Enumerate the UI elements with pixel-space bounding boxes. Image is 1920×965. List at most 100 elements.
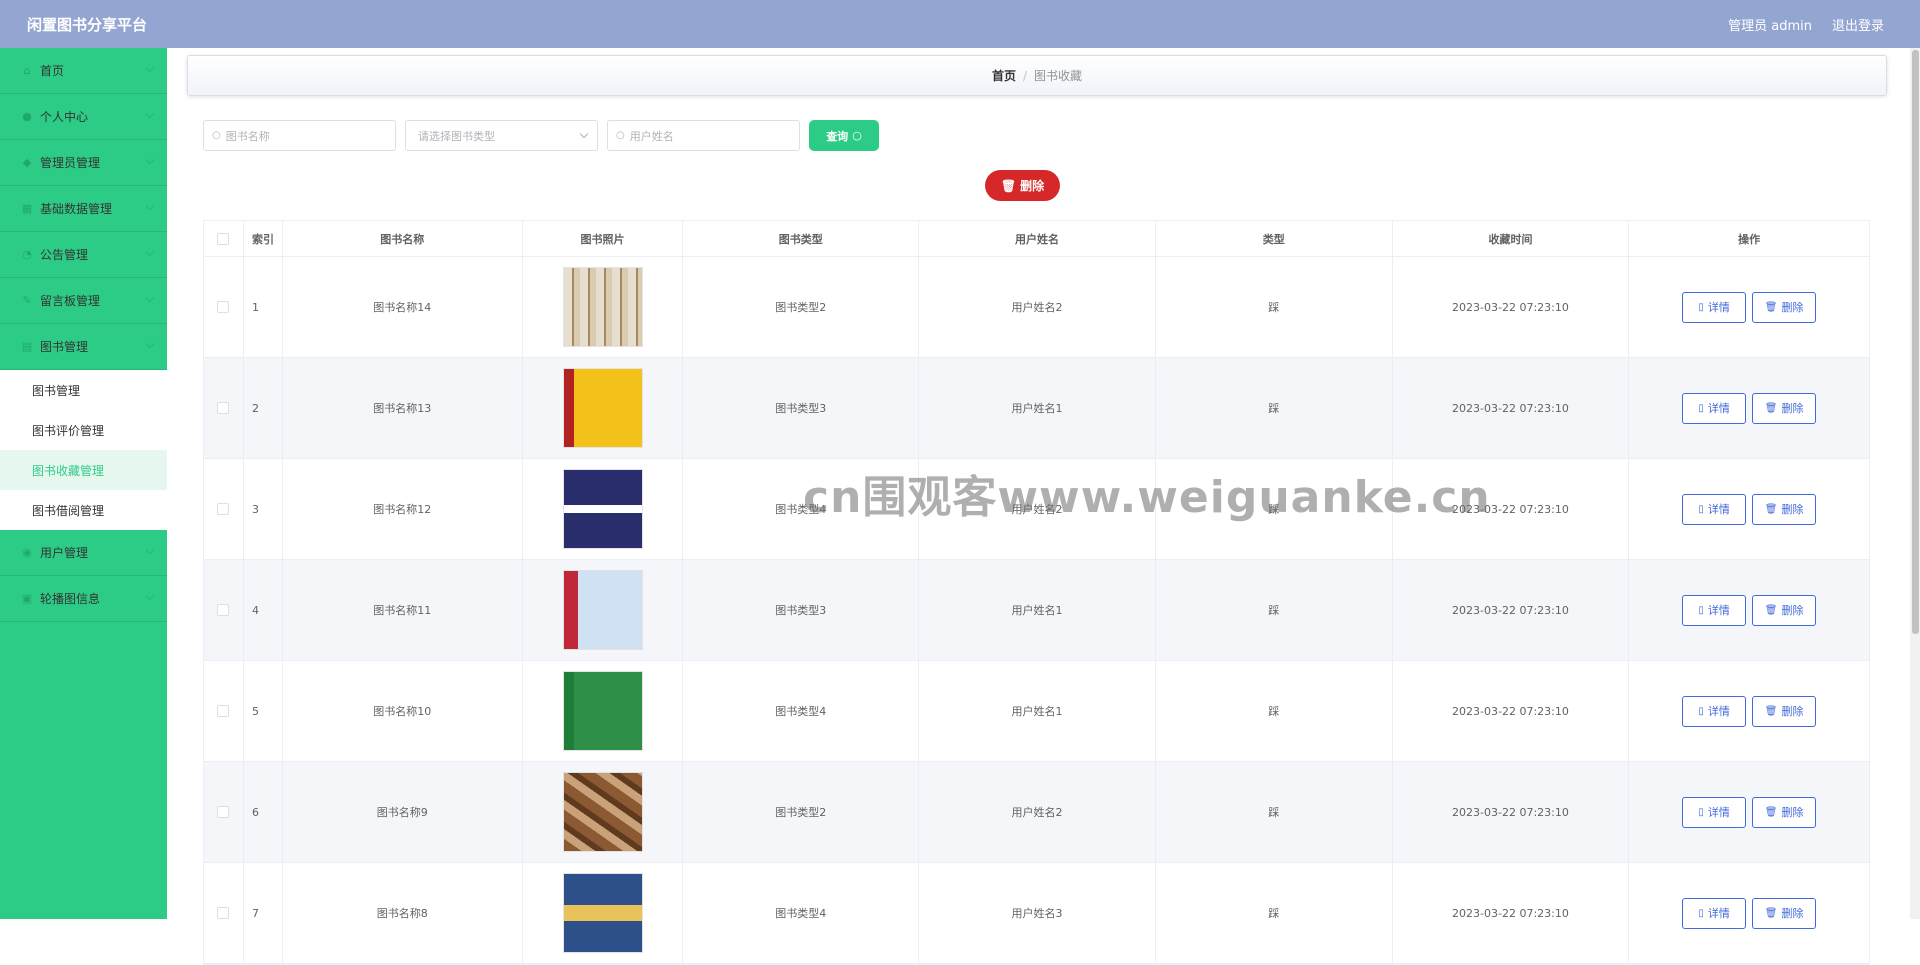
row-checkbox[interactable] (217, 503, 230, 515)
sidebar-subitem[interactable]: 图书借阅管理 (0, 490, 167, 530)
detail-button[interactable]: ▯ 详情 (1682, 291, 1747, 323)
cell-index: 3 (244, 459, 283, 559)
detail-button[interactable]: ▯ 详情 (1682, 392, 1747, 424)
chevron-down-icon (145, 155, 155, 165)
trash-icon: 🗑 (1764, 604, 1778, 616)
cell-book-type: 图书类型2 (683, 257, 920, 357)
cell-book-photo (523, 661, 684, 761)
sidebar-item-user[interactable]: ● 个人中心 (0, 94, 167, 140)
row-checkbox[interactable] (217, 705, 230, 717)
sidebar-item-book[interactable]: ▤ 图书管理 (0, 324, 167, 370)
book-submenu: 图书管理 图书评价管理 图书收藏管理 图书借阅管理 (0, 370, 167, 530)
book-type-select[interactable]: 请选择图书类型 (405, 120, 598, 151)
current-user-label[interactable]: 管理员 admin (1728, 15, 1812, 34)
cell-book-photo (523, 863, 684, 963)
delete-button[interactable]: 🗑 删除 (1752, 594, 1817, 626)
sidebar-subitem[interactable]: 图书收藏管理 (0, 450, 167, 490)
notice-icon: ◔ (22, 248, 32, 261)
header-kind: 类型 (1156, 221, 1393, 256)
cell-actions: ▯ 详情 🗑 删除 (1629, 459, 1869, 559)
cell-book-photo (523, 459, 684, 559)
detail-label: 详情 (1707, 402, 1730, 415)
row-checkbox[interactable] (217, 907, 230, 919)
user-name-placeholder: 用户姓名 (629, 129, 674, 143)
cell-book-name: 图书名称9 (283, 762, 523, 862)
sidebar-item-label: 基础数据管理 (40, 202, 113, 216)
row-select-cell (204, 762, 244, 862)
user-name-input[interactable]: ○ 用户姓名 (607, 120, 800, 151)
sidebar-item-notice[interactable]: ◔ 公告管理 (0, 232, 167, 278)
detail-label: 详情 (1707, 806, 1730, 819)
trash-icon: 🗑 (1764, 402, 1778, 414)
cell-book-type: 图书类型2 (683, 762, 920, 862)
cell-book-name: 图书名称14 (283, 257, 523, 357)
sidebar-subitem[interactable]: 图书管理 (0, 370, 167, 410)
row-checkbox[interactable] (217, 301, 230, 313)
scrollbar-thumb[interactable] (1912, 50, 1919, 634)
delete-button[interactable]: 🗑 删除 (1752, 392, 1817, 424)
row-select-cell (204, 560, 244, 660)
delete-button[interactable]: 🗑 删除 (1752, 695, 1817, 727)
row-checkbox[interactable] (217, 402, 230, 414)
trash-icon: 🗑 (1764, 907, 1778, 919)
cell-actions: ▯ 详情 🗑 删除 (1629, 863, 1869, 963)
delete-label: 删除 (1781, 503, 1804, 516)
cell-index: 2 (244, 358, 283, 458)
sidebar-item-home[interactable]: ⌂ 首页 (0, 48, 167, 94)
detail-button[interactable]: ▯ 详情 (1682, 897, 1747, 929)
book-cover-image (562, 570, 643, 650)
chevron-down-icon (145, 201, 155, 211)
sidebar: ⌂ 首页 ● 个人中心 ◆ 管理员管理 ▦ 基础数据管理 ◔ 公告管理 ✎ 留言板管理 ▤ 图书管理 图书… (0, 48, 167, 919)
sidebar-subitem[interactable]: 图书评价管理 (0, 410, 167, 450)
cell-user-name: 用户姓名2 (919, 762, 1156, 862)
sidebar-item-admin[interactable]: ◆ 管理员管理 (0, 140, 167, 186)
delete-button[interactable]: 🗑 删除 (1752, 897, 1817, 929)
page-scrollbar[interactable] (1910, 48, 1920, 919)
search-icon: ○ (212, 130, 221, 141)
cell-kind: 踩 (1156, 358, 1393, 458)
batch-delete-button[interactable]: 🗑 删除 (985, 170, 1060, 201)
users-icon: ◉ (22, 546, 32, 559)
favorites-table: 索引 图书名称 图书照片 图书类型 用户姓名 类型 收藏时间 操作 1 图书名称1… (203, 220, 1870, 965)
chevron-down-icon (145, 339, 155, 349)
cell-book-photo (523, 762, 684, 862)
book-name-input[interactable]: ○ 图书名称 (203, 120, 396, 151)
sidebar-item-data[interactable]: ▦ 基础数据管理 (0, 186, 167, 232)
cell-book-type: 图书类型3 (683, 560, 920, 660)
cell-book-photo (523, 358, 684, 458)
detail-button[interactable]: ▯ 详情 (1682, 796, 1747, 828)
cell-kind: 踩 (1156, 257, 1393, 357)
delete-button[interactable]: 🗑 删除 (1752, 796, 1817, 828)
document-icon: ▯ (1698, 806, 1704, 818)
logout-button[interactable]: 退出登录 (1832, 15, 1884, 34)
cell-book-name: 图书名称12 (283, 459, 523, 559)
carousel-icon: ▣ (21, 592, 33, 605)
cell-user-name: 用户姓名1 (919, 560, 1156, 660)
header-index: 索引 (244, 221, 283, 256)
delete-button[interactable]: 🗑 删除 (1752, 291, 1817, 323)
detail-button[interactable]: ▯ 详情 (1682, 493, 1747, 525)
header-book-type: 图书类型 (683, 221, 920, 256)
cell-index: 5 (244, 661, 283, 761)
sidebar-item-users[interactable]: ◉ 用户管理 (0, 530, 167, 576)
table-row: 4 图书名称11 图书类型3 用户姓名1 踩 2023-03-22 07:23:10 ▯ 详情… (204, 560, 1869, 661)
detail-button[interactable]: ▯ 详情 (1682, 695, 1747, 727)
cell-favorite-time: 2023-03-22 07:23:10 (1393, 358, 1630, 458)
cell-index: 7 (244, 863, 283, 963)
delete-button[interactable]: 🗑 删除 (1752, 493, 1817, 525)
sidebar-item-label: 留言板管理 (40, 294, 101, 308)
breadcrumb-home[interactable]: 首页 (992, 67, 1016, 84)
sidebar-item-message[interactable]: ✎ 留言板管理 (0, 278, 167, 324)
cell-actions: ▯ 详情 🗑 删除 (1629, 560, 1869, 660)
detail-button[interactable]: ▯ 详情 (1682, 594, 1747, 626)
trash-icon: 🗑 (1764, 705, 1778, 717)
cell-actions: ▯ 详情 🗑 删除 (1629, 257, 1869, 357)
sidebar-item-carousel[interactable]: ▣ 轮播图信息 (0, 576, 167, 622)
select-all-checkbox[interactable] (217, 232, 230, 245)
delete-label: 删除 (1781, 301, 1804, 314)
trash-icon: 🗑 (1764, 301, 1778, 313)
cell-book-name: 图书名称11 (283, 560, 523, 660)
row-checkbox[interactable] (217, 806, 230, 818)
query-button[interactable]: 查询 ○ (809, 120, 879, 151)
row-checkbox[interactable] (217, 604, 230, 616)
